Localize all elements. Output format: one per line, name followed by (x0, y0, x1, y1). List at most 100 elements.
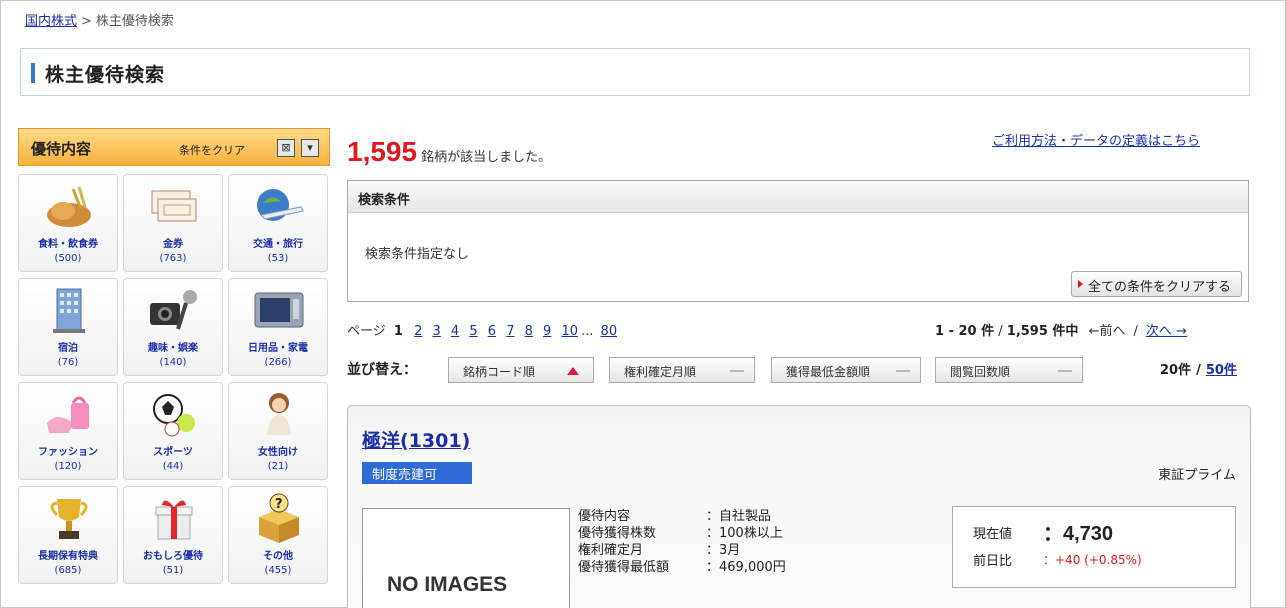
sort-by-code-button[interactable]: 銘柄コード順 (448, 357, 594, 383)
price-label: 現在値 (973, 527, 1013, 542)
category-label: 交通・旅行 (253, 239, 303, 250)
category-panel-header: 優待内容 条件をクリア ⊠ ▾ (18, 128, 330, 166)
margin-badge: 制度売建可 (362, 462, 472, 484)
category-travel[interactable]: 交通・旅行 (53) (228, 174, 328, 272)
pagination-label: ページ (347, 324, 386, 339)
category-label: 金券 (163, 239, 183, 250)
category-sports[interactable]: スポーツ (44) (123, 382, 223, 480)
category-women[interactable]: 女性向け (21) (228, 382, 328, 480)
sort-none-icon (730, 370, 744, 372)
sort-button-label: 権利確定月順 (624, 365, 697, 379)
bread-icon (47, 186, 91, 227)
price-box: 現在値 ：4,730 前日比 ：+40 (+0.85%) (952, 506, 1236, 588)
range-slash: / (1133, 324, 1138, 339)
category-unique[interactable]: おもしろ優待 (51) (123, 486, 223, 584)
pagination-page[interactable]: 5 (469, 324, 477, 339)
arrow-right-icon (1077, 280, 1083, 288)
collapse-icon[interactable]: ▾ (301, 139, 319, 157)
clear-all-conditions-button[interactable]: 全ての条件をクリアする (1070, 271, 1242, 297)
info-value: ：自社製品 (706, 509, 772, 524)
category-food[interactable]: 食料・飲食券 (500) (18, 174, 118, 272)
page-title: 株主優待検索 (45, 64, 166, 86)
category-count: (76) (57, 357, 79, 368)
question-box-icon: ? (259, 493, 299, 543)
category-count: (266) (264, 357, 292, 368)
info-row: 優待内容 ：自社製品 (578, 508, 786, 525)
category-hotel[interactable]: 宿泊 (76) (18, 278, 118, 376)
pagination-page[interactable]: 4 (451, 324, 459, 339)
pagination-page[interactable]: 3 (433, 324, 441, 339)
pagination-page[interactable]: 7 (506, 324, 514, 339)
page-title-box: 株主優待検索 (20, 48, 1250, 96)
pagination: ページ 1 2 3 4 5 6 7 8 9 10... 80 (347, 320, 620, 339)
search-conditions-heading: 検索条件 (348, 181, 1248, 213)
category-count: (21) (267, 461, 289, 472)
info-row: 優待獲得株数 ：100株以上 (578, 525, 786, 542)
no-image-placeholder: NO IMAGES (362, 508, 570, 608)
pagination-page[interactable]: 8 (525, 324, 533, 339)
breadcrumb-home-link[interactable]: 国内株式 (25, 14, 77, 29)
category-panel-title: 優待内容 (31, 140, 92, 158)
per-page-option[interactable]: 50件 (1206, 363, 1237, 378)
sort-asc-icon (567, 367, 579, 375)
category-hobby[interactable]: 趣味・娯楽 (140) (123, 278, 223, 376)
voucher-icon (151, 190, 197, 222)
pagination-page[interactable]: 6 (488, 324, 496, 339)
info-value: ：469,000円 (706, 560, 786, 575)
category-fashion[interactable]: ファッション (120) (18, 382, 118, 480)
result-card: 極洋(1301) 制度売建可 東証プライム NO IMAGES 優待内容 ：自社製… (347, 405, 1251, 608)
hotel-icon (53, 288, 85, 333)
info-row: 優待獲得最低額 ：469,000円 (578, 559, 786, 576)
expand-all-icon[interactable]: ⊠ (277, 139, 295, 157)
trophy-icon (50, 499, 88, 539)
stock-name-link[interactable]: 極洋(1301) (362, 426, 470, 453)
pagination-last[interactable]: 80 (601, 324, 618, 339)
microwave-icon (254, 292, 304, 328)
help-link[interactable]: ご利用方法・データの定義はこちら (992, 130, 1200, 149)
sort-by-month-button[interactable]: 権利確定月順 (609, 357, 755, 383)
per-page-slash: / (1196, 363, 1201, 378)
info-value: ：100株以上 (706, 526, 783, 541)
pagination-current: 1 (393, 324, 403, 339)
pagination-page[interactable]: 2 (414, 324, 422, 339)
clear-conditions-link[interactable]: 条件をクリア (179, 142, 245, 158)
category-count: (685) (54, 565, 82, 576)
breadcrumb-separator: > (81, 14, 92, 29)
sort-by-views-button[interactable]: 閲覧回数順 (935, 357, 1083, 383)
sort-none-icon (1058, 370, 1072, 372)
category-daily-goods[interactable]: 日用品・家電 (266) (228, 278, 328, 376)
pagination-page[interactable]: 10 (561, 324, 578, 339)
category-voucher[interactable]: 金券 (763) (123, 174, 223, 272)
info-key: 優待獲得最低額 (578, 560, 670, 575)
category-label: 女性向け (258, 447, 298, 458)
airplane-icon (257, 189, 304, 221)
pagination-page[interactable]: 9 (543, 324, 551, 339)
category-count: (763) (159, 253, 187, 264)
category-label: 長期保有特典 (38, 551, 98, 562)
category-count: (53) (267, 253, 289, 264)
sort-button-label: 閲覧回数順 (950, 365, 1011, 379)
fashion-bag-icon (47, 396, 89, 433)
sort-by-min-amount-button[interactable]: 獲得最低金額順 (771, 357, 921, 383)
category-label: 趣味・娯楽 (148, 343, 198, 354)
gift-icon (155, 500, 193, 540)
search-conditions-box: 検索条件 検索条件指定なし 全ての条件をクリアする (347, 180, 1249, 302)
result-range: 1 - 20 件 / 1,595 件中 ←前へ / 次へ → (935, 324, 1187, 339)
category-count: (51) (162, 565, 184, 576)
range-total: 1,595 件中 (1006, 324, 1079, 339)
category-count: (120) (54, 461, 82, 472)
next-page-link[interactable]: 次へ → (1146, 324, 1187, 339)
category-long-term[interactable]: 長期保有特典 (685) (18, 486, 118, 584)
breadcrumb: 国内株式 > 株主優待検索 (25, 10, 174, 29)
category-label: その他 (263, 551, 293, 562)
breadcrumb-current: 株主優待検索 (95, 14, 174, 29)
prev-page-label: ←前へ (1088, 324, 1126, 339)
no-image-text: NO IMAGES (387, 573, 508, 596)
search-conditions-text: 検索条件指定なし (365, 247, 470, 262)
info-key: 権利確定月 (578, 543, 644, 558)
svg-text:?: ? (275, 497, 283, 512)
title-accent-bar (31, 63, 35, 83)
category-count: (140) (159, 357, 187, 368)
category-other[interactable]: ? その他 (455) (228, 486, 328, 584)
woman-icon (267, 393, 291, 435)
